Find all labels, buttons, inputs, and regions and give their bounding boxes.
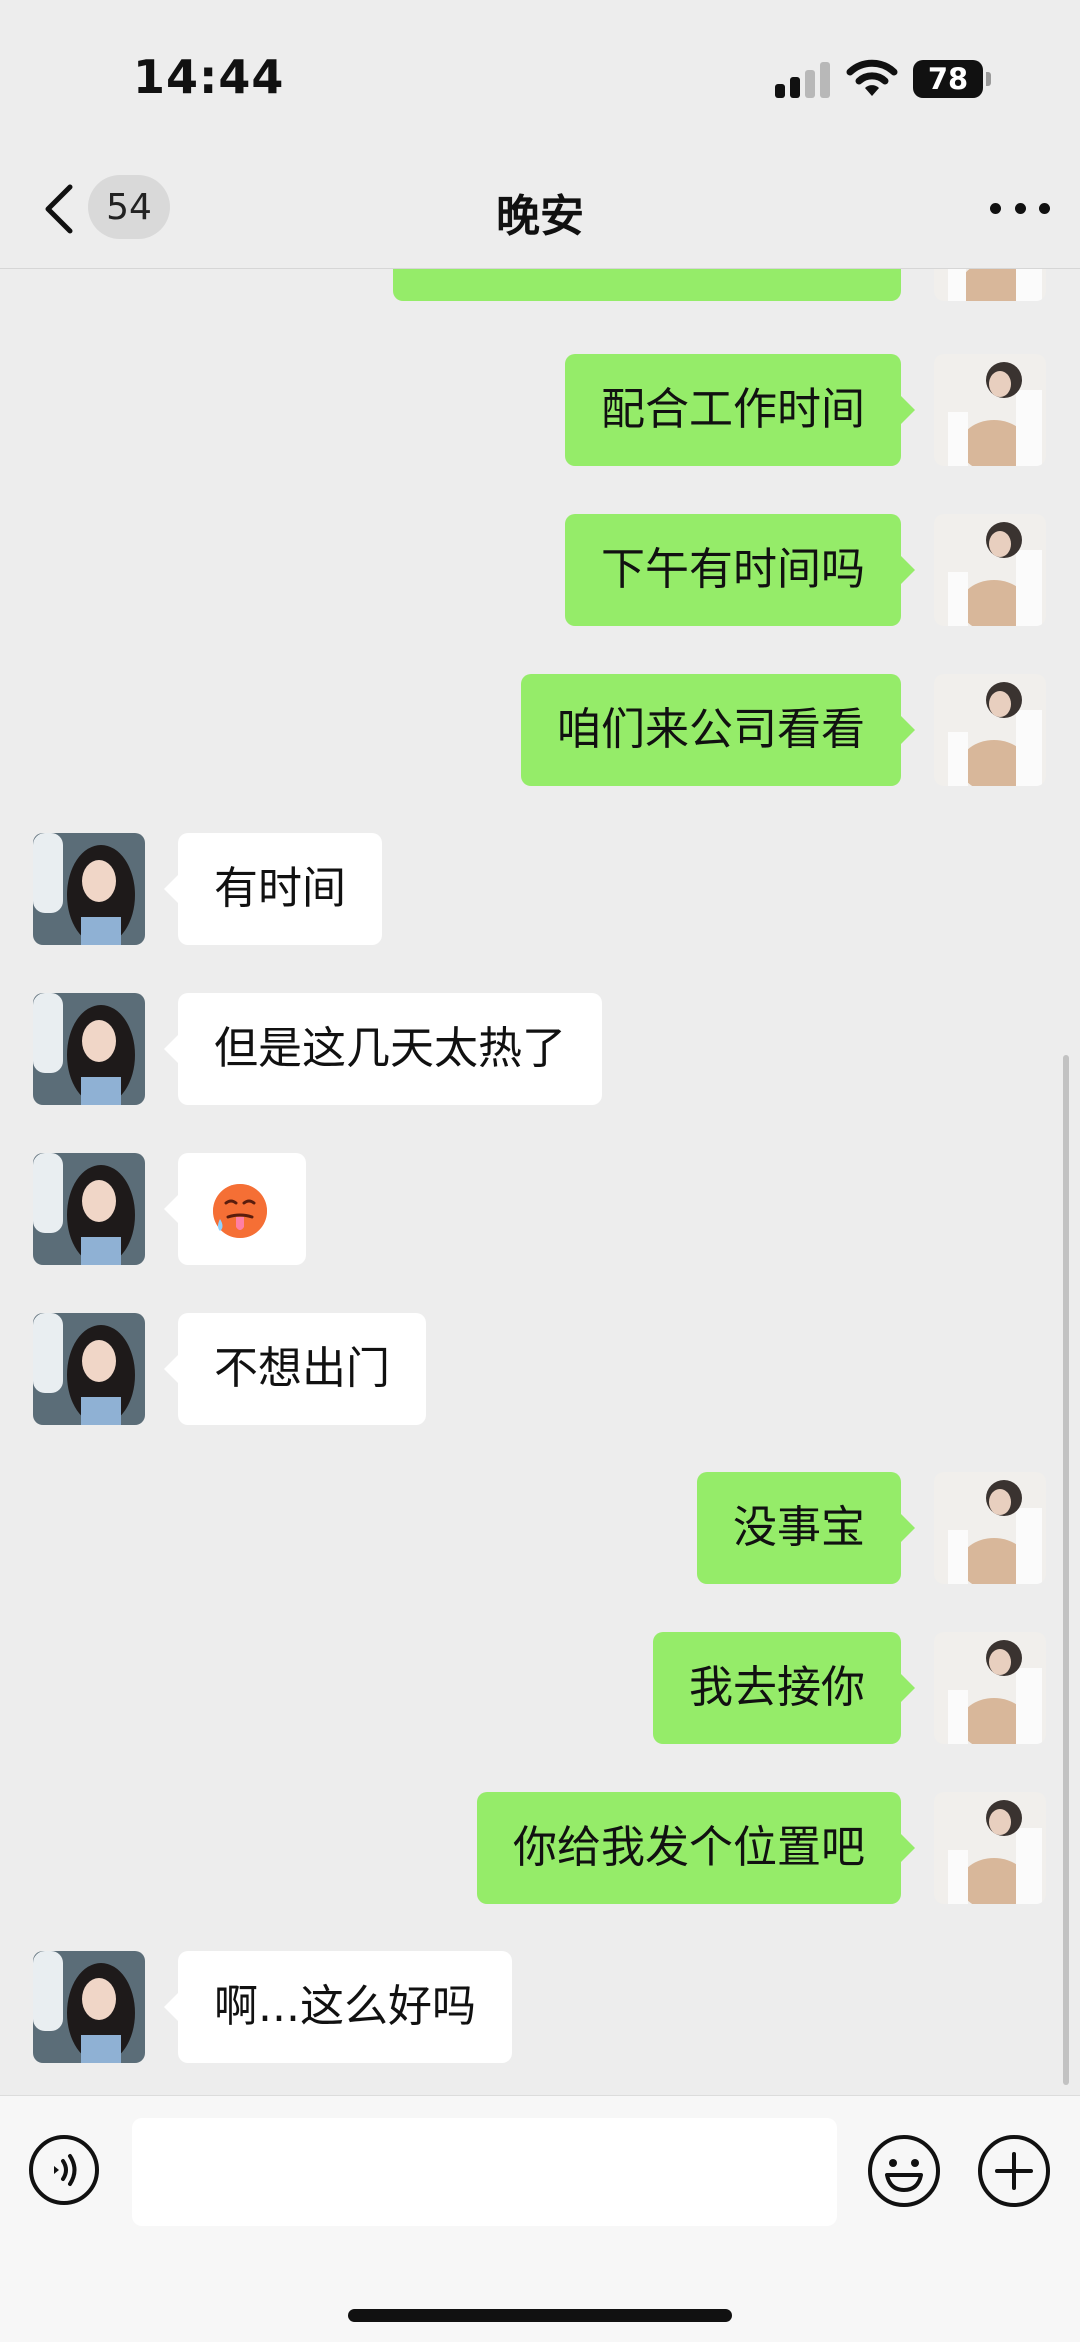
more-horizontal-icon[interactable] — [990, 188, 1050, 228]
message-row: … — [0, 269, 1080, 301]
message-bubble[interactable]: 但是这几天太热了 — [164, 993, 602, 1105]
my-avatar[interactable] — [934, 269, 1046, 301]
my-avatar[interactable] — [934, 1472, 1046, 1584]
message-bubble-partial[interactable]: … — [393, 269, 901, 301]
contact-avatar[interactable] — [33, 1951, 145, 2063]
home-indicator — [348, 2309, 732, 2322]
message-row: 我去接你 — [0, 1632, 1080, 1744]
battery-indicator: 78 — [913, 60, 983, 98]
status-time: 14:44 — [133, 50, 285, 104]
chat-scrollbar[interactable] — [1063, 1055, 1069, 2085]
contact-avatar[interactable] — [33, 993, 145, 1105]
message-bubble-emoji[interactable] — [164, 1153, 306, 1265]
wifi-icon — [846, 59, 898, 96]
status-bar: 14:44 78 — [0, 0, 1080, 150]
my-avatar[interactable] — [934, 354, 1046, 466]
message-bubble[interactable]: 没事宝 — [697, 1472, 915, 1584]
message-row: 你给我发个位置吧 — [0, 1792, 1080, 1904]
message-row: 配合工作时间 — [0, 354, 1080, 466]
message-bubble[interactable]: 不想出门 — [164, 1313, 426, 1425]
message-row: 下午有时间吗 — [0, 514, 1080, 626]
message-bubble[interactable]: 有时间 — [164, 833, 382, 945]
my-avatar[interactable] — [934, 674, 1046, 786]
cellular-signal-icon — [775, 62, 831, 98]
contact-avatar[interactable] — [33, 1313, 145, 1425]
message-row: 咱们来公司看看 — [0, 674, 1080, 786]
message-bubble[interactable]: 下午有时间吗 — [565, 514, 915, 626]
my-avatar[interactable] — [934, 1632, 1046, 1744]
message-input[interactable] — [132, 2118, 837, 2226]
emoji-icon[interactable] — [867, 2134, 941, 2208]
message-bubble[interactable]: 我去接你 — [653, 1632, 915, 1744]
my-avatar[interactable] — [934, 514, 1046, 626]
message-list[interactable]: … 配合工作时间 下午有时间吗 咱们来公司看看 有时间 但是这几天太热了 — [0, 269, 1080, 2095]
my-avatar[interactable] — [934, 1792, 1046, 1904]
message-bubble[interactable]: 配合工作时间 — [565, 354, 915, 466]
chat-header: 54 晚安 — [0, 150, 1080, 269]
plus-icon[interactable] — [977, 2134, 1051, 2208]
message-row — [0, 1153, 1080, 1265]
hot-face-emoji-icon — [213, 1184, 267, 1238]
input-bar — [0, 2095, 1080, 2342]
message-bubble[interactable]: 你给我发个位置吧 — [477, 1792, 915, 1904]
chat-title: 晚安 — [496, 191, 584, 242]
message-bubble[interactable]: 啊...这么好吗 — [164, 1951, 512, 2063]
message-row: 有时间 — [0, 833, 1080, 945]
message-row: 不想出门 — [0, 1313, 1080, 1425]
battery-cap — [986, 72, 991, 86]
message-row: 啊...这么好吗 — [0, 1951, 1080, 2063]
voice-icon[interactable] — [28, 2134, 100, 2206]
message-row: 没事宝 — [0, 1472, 1080, 1584]
contact-avatar[interactable] — [33, 833, 145, 945]
message-bubble[interactable]: 咱们来公司看看 — [521, 674, 915, 786]
contact-avatar[interactable] — [33, 1153, 145, 1265]
message-row: 但是这几天太热了 — [0, 993, 1080, 1105]
